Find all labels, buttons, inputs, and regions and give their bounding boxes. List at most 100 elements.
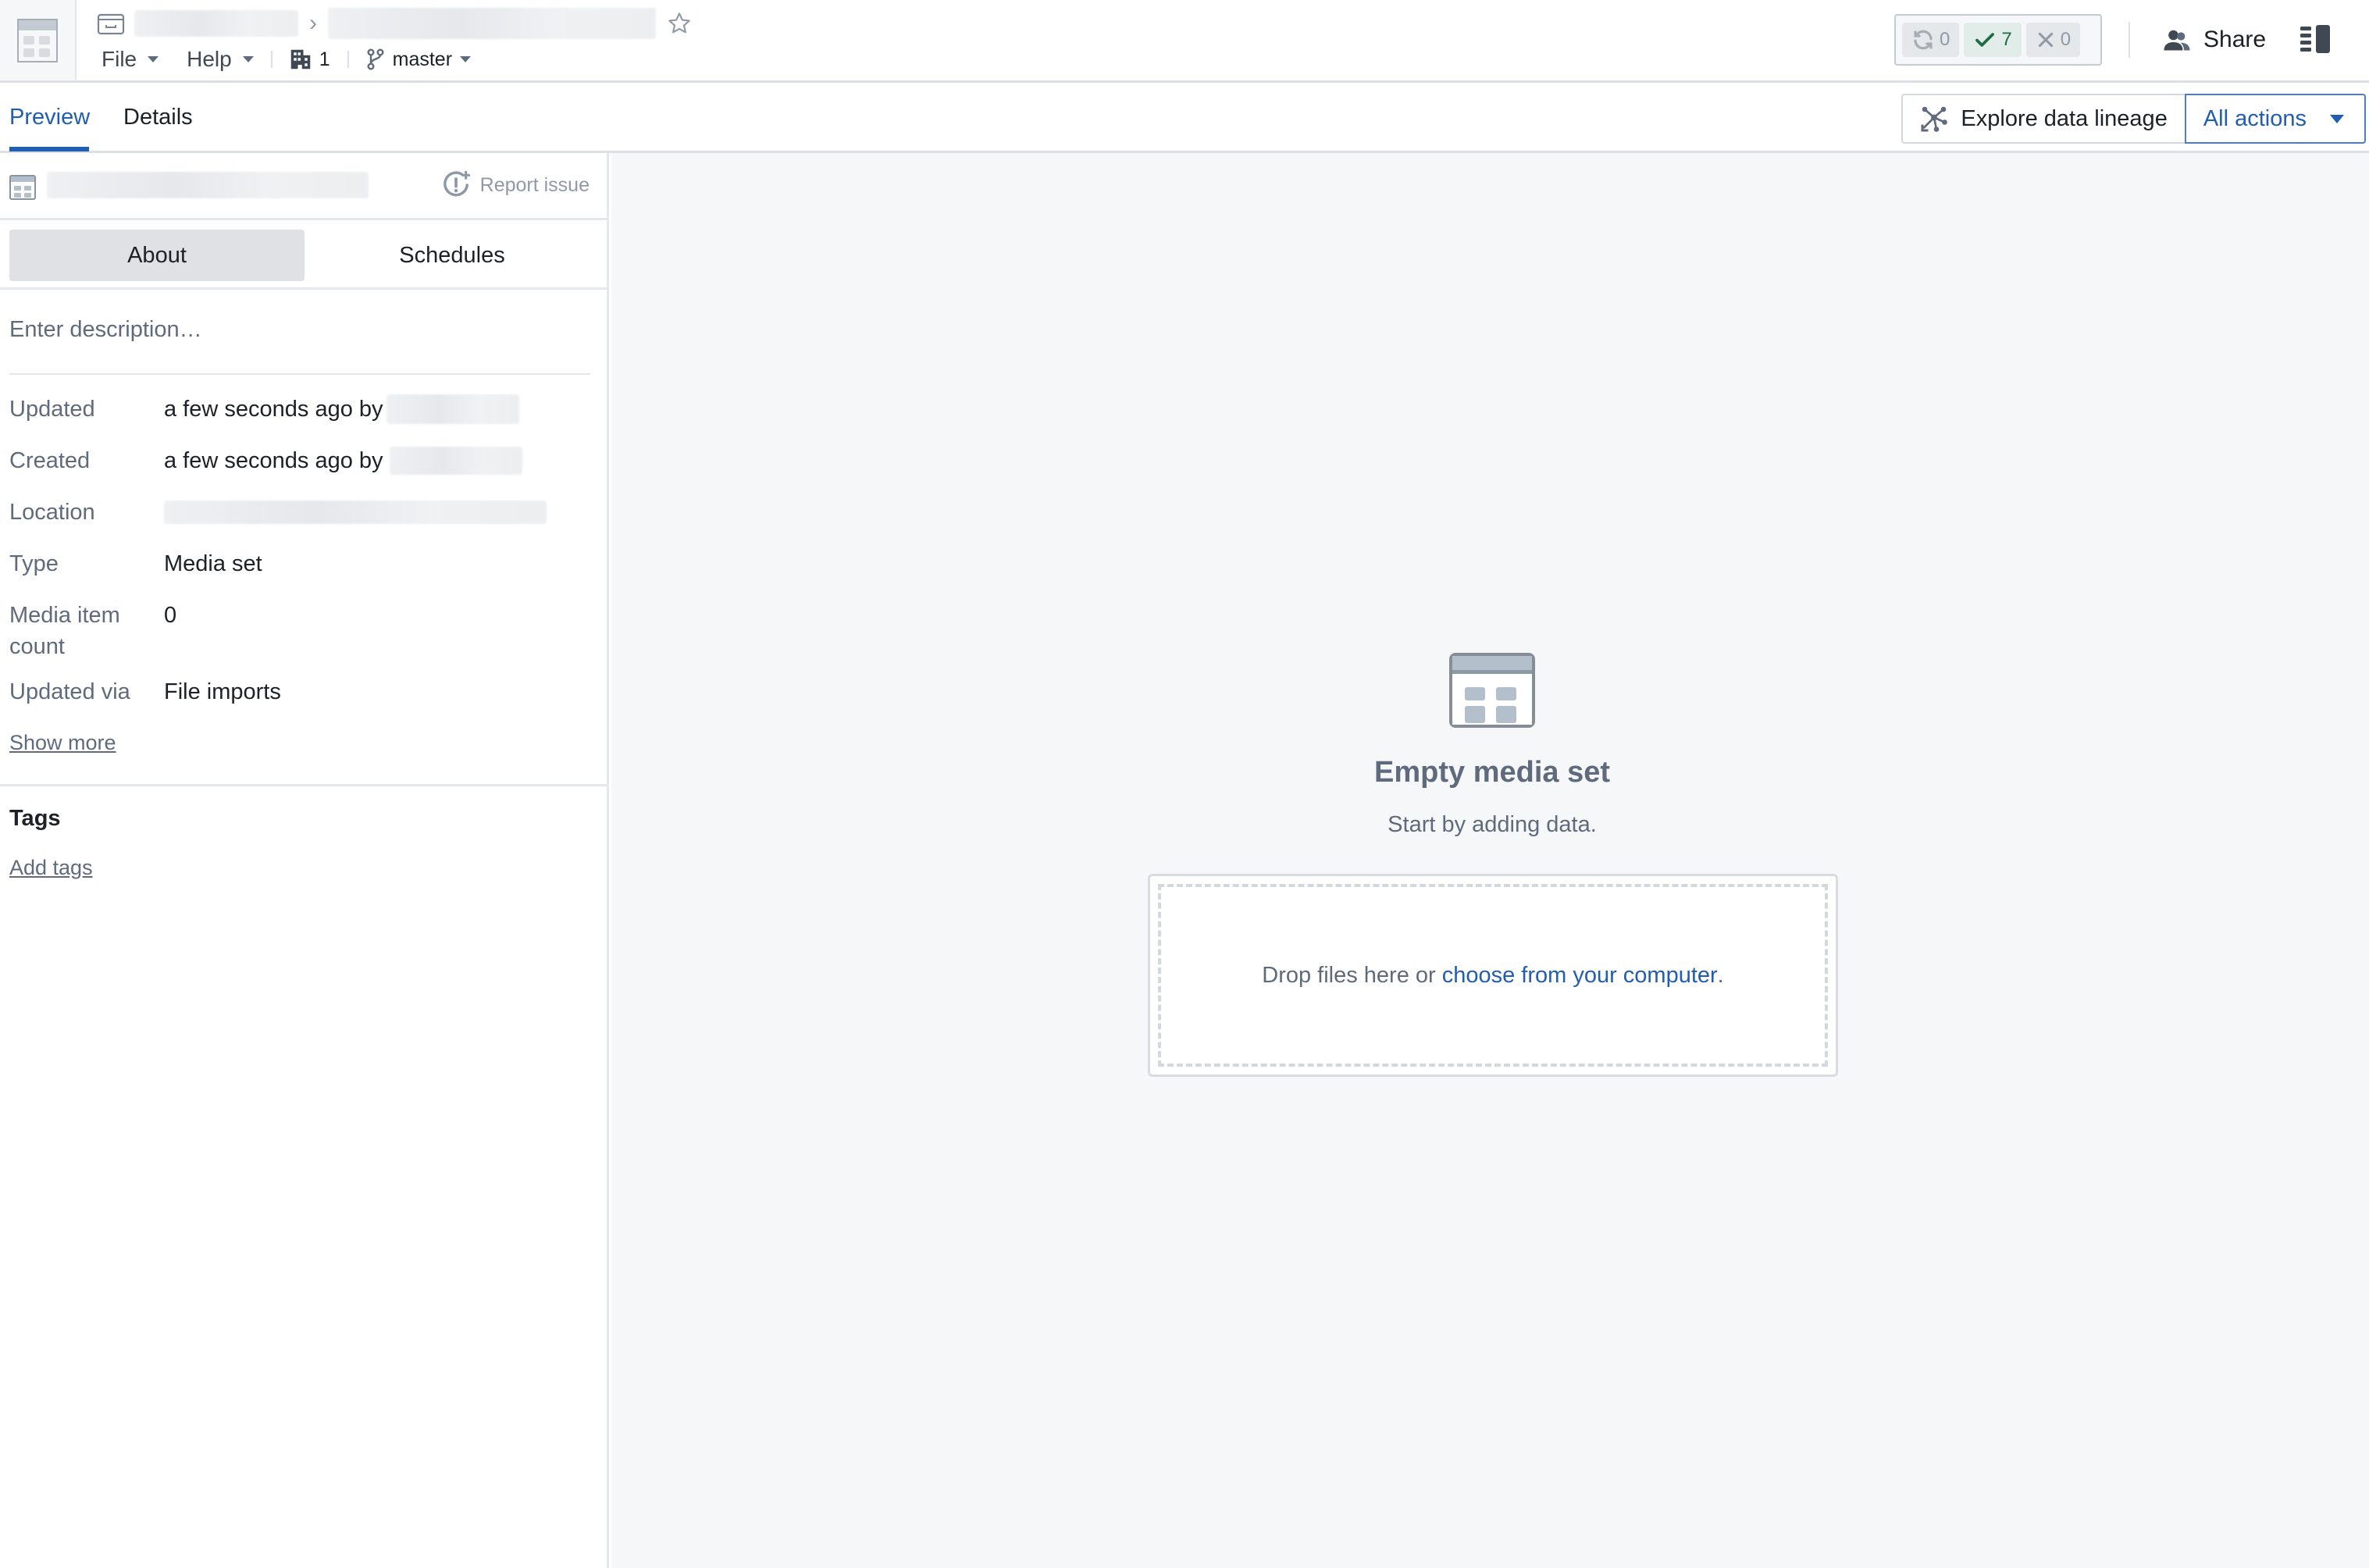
menu-divider	[347, 51, 349, 68]
successful-jobs-badge[interactable]: 7	[1964, 23, 2022, 57]
tags-heading: Tags	[9, 806, 61, 831]
side-panel-toggle-icon[interactable]	[2300, 25, 2332, 53]
report-issue-icon	[443, 170, 470, 197]
metadata-label: Updated via	[9, 679, 130, 704]
preview-area: Empty media set Start by adding data. Dr…	[611, 153, 2369, 1568]
metadata-value: File imports	[164, 679, 281, 704]
about-sidebar: Report issue About Schedules Enter descr…	[0, 153, 609, 1568]
description-input[interactable]: Enter description…	[9, 317, 202, 343]
checkmark-icon	[1975, 33, 1995, 47]
resource-name-redacted[interactable]	[328, 8, 656, 39]
git-branch-icon	[367, 48, 384, 70]
empty-media-set-icon	[1449, 653, 1535, 728]
app-header: › File Help 1 master 0 7 0 Share	[0, 0, 2369, 83]
running-jobs-badge[interactable]: 0	[1902, 23, 1960, 57]
view-tabs-bar: Preview Details Explore data lineage All…	[0, 83, 2369, 153]
file-dropzone-target[interactable]: Drop files here or choose from your comp…	[1158, 884, 1828, 1067]
explore-data-lineage-label: Explore data lineage	[1961, 105, 2168, 131]
empty-state-subtitle: Start by adding data.	[1388, 812, 1597, 837]
header-divider	[2129, 22, 2130, 58]
empty-state-title: Empty media set	[1374, 756, 1610, 789]
all-actions-label: All actions	[2203, 105, 2307, 131]
branch-name: master	[392, 48, 453, 70]
breadcrumb-project-redacted[interactable]	[134, 10, 298, 37]
show-more-link[interactable]: Show more	[9, 731, 116, 755]
add-tags-link[interactable]: Add tags	[9, 856, 93, 880]
sidebar-title-row: Report issue	[0, 153, 607, 220]
metadata-row-type: Type Media set	[9, 548, 262, 579]
branch-selector[interactable]: master	[366, 48, 472, 71]
organization-button[interactable]: 1	[290, 48, 330, 71]
dropzone-period: .	[1717, 962, 1724, 988]
metadata-row-media-item-count: Media item count 0	[9, 600, 176, 662]
choose-from-computer-link[interactable]: choose from your computer	[1442, 963, 1718, 989]
file-menu-label: File	[102, 47, 137, 71]
tab-preview[interactable]: Preview	[9, 105, 90, 130]
segment-schedules[interactable]: Schedules	[305, 230, 600, 281]
caret-down-icon	[460, 56, 472, 62]
metadata-row-updated: Updated a few seconds ago by	[9, 394, 519, 425]
section-divider	[0, 287, 607, 290]
failed-jobs-badge[interactable]: 0	[2025, 23, 2081, 57]
section-divider	[9, 373, 590, 375]
caret-down-icon	[2330, 114, 2344, 123]
created-time: a few seconds ago by	[164, 448, 383, 473]
running-count: 0	[1940, 29, 1950, 50]
active-tab-indicator	[9, 147, 89, 151]
star-outline-icon[interactable]	[667, 11, 692, 36]
about-schedules-toggle: About Schedules	[9, 230, 600, 281]
media-set-icon	[9, 175, 36, 200]
metadata-label: Updated	[9, 397, 95, 422]
metadata-row-location: Location	[9, 497, 547, 528]
refresh-icon	[1914, 30, 1933, 50]
metadata-row-created: Created a few seconds ago by	[9, 445, 522, 476]
resource-title-redacted	[47, 172, 369, 198]
file-menu[interactable]: File	[102, 47, 159, 72]
metadata-value: a few seconds ago by	[164, 445, 522, 476]
metadata-label: Created	[9, 448, 91, 473]
metadata-value: Media set	[164, 551, 262, 576]
breadcrumb-separator: ›	[309, 10, 317, 36]
metadata-value: 0	[164, 603, 177, 628]
metadata-row-updated-via: Updated via File imports	[9, 676, 281, 707]
report-issue-button[interactable]: Report issue	[441, 170, 590, 200]
report-issue-label: Report issue	[479, 173, 590, 196]
caret-down-icon	[148, 56, 159, 62]
share-button[interactable]: Share	[2163, 20, 2266, 59]
file-dropzone[interactable]: Drop files here or choose from your comp…	[1148, 874, 1838, 1077]
menu-divider	[270, 51, 273, 68]
organization-count: 1	[319, 48, 330, 70]
help-menu-label: Help	[187, 47, 232, 71]
help-menu[interactable]: Help	[187, 47, 254, 72]
app-logo[interactable]	[0, 0, 77, 80]
tab-details[interactable]: Details	[123, 105, 193, 130]
metadata-label: Type	[9, 551, 59, 576]
all-actions-dropdown[interactable]: All actions	[2184, 94, 2366, 144]
created-by-user-redacted[interactable]	[389, 447, 522, 475]
media-set-app-icon	[17, 18, 58, 62]
cross-icon	[2038, 32, 2053, 48]
metadata-label: Media item count	[9, 603, 120, 659]
location-path-redacted[interactable]	[164, 501, 547, 524]
metadata-value: a few seconds ago by	[164, 394, 519, 425]
breadcrumb: ›	[97, 8, 692, 39]
updated-by-user-redacted[interactable]	[386, 394, 519, 424]
success-count: 7	[2001, 29, 2012, 50]
dropzone-text: Drop files here or	[1262, 962, 1436, 988]
metadata-label: Location	[9, 500, 95, 525]
build-status-group: 0 7 0	[1894, 14, 2102, 66]
updated-time: a few seconds ago by	[164, 397, 383, 422]
people-icon	[2164, 30, 2190, 51]
action-buttons: Explore data lineage All actions	[1901, 94, 2366, 144]
segment-about[interactable]: About	[9, 230, 305, 281]
metadata-value	[164, 497, 547, 528]
office-building-icon	[290, 49, 310, 69]
data-lineage-icon	[1921, 106, 1948, 132]
explore-data-lineage-button[interactable]: Explore data lineage	[1901, 94, 2185, 144]
caret-down-icon	[242, 56, 254, 62]
header-menu-row: File Help 1 master	[102, 44, 472, 75]
share-label: Share	[2203, 27, 2267, 52]
folder-box-icon	[97, 13, 125, 35]
section-divider	[0, 784, 607, 786]
failed-count: 0	[2060, 29, 2072, 50]
